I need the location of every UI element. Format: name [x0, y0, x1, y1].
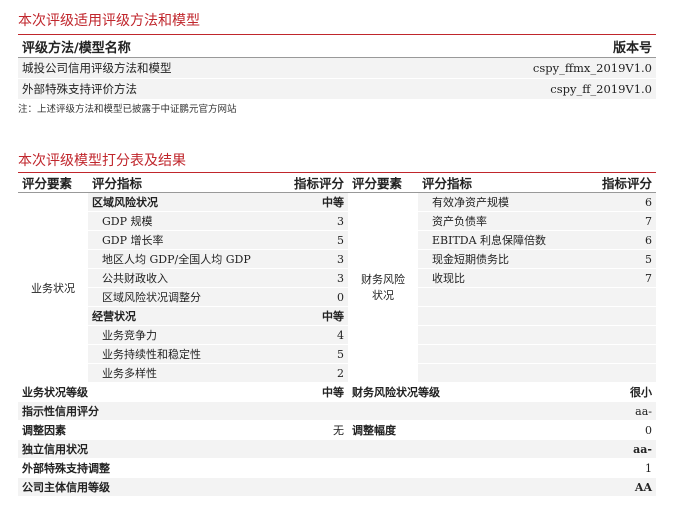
left-indicator: 业务竞争力: [88, 325, 278, 345]
right-score: 6: [578, 230, 656, 250]
method-version: cspy_ffmx_2019V1.0: [418, 57, 656, 79]
right-empty: [578, 287, 656, 307]
method-name: 城投公司信用评级方法和模型: [18, 57, 418, 79]
left-score: 3: [278, 249, 348, 269]
method-note: 注：上述评级方法和模型已披露于中证鹏元官方网站: [18, 104, 237, 115]
table-row: 地区人均 GDP/全国人均 GDP 3 现金短期债务比 5: [18, 249, 656, 269]
left-indicator: GDP 规模: [88, 211, 278, 231]
right-empty: [418, 306, 578, 326]
header-factor: 评分要素: [348, 173, 418, 193]
left-indicator: 业务多样性: [88, 363, 278, 383]
left-score: 中等: [278, 192, 348, 212]
right-score: 7: [578, 211, 656, 231]
right-group-text: 财务风险状况: [361, 272, 405, 302]
score-table: 评分要素 评分指标 指标评分 评分要素 评分指标 指标评分 业务状况 区域风险状…: [18, 173, 656, 497]
right-score: 6: [578, 192, 656, 212]
fin-level-value: 很小: [578, 382, 656, 402]
header-score: 指标评分: [278, 173, 348, 193]
biz-level-label: 业务状况等级: [18, 382, 278, 402]
header-version: 版本号: [418, 36, 656, 58]
left-indicator: 公共财政收入: [88, 268, 278, 288]
left-score: 中等: [278, 306, 348, 326]
summary-row: 外部特殊支持调整 1: [18, 458, 656, 478]
table-row: GDP 规模 3 资产负债率 7: [18, 211, 656, 231]
table-row: 城投公司信用评级方法和模型 cspy_ffmx_2019V1.0: [18, 57, 656, 79]
table-row: 业务竞争力 4: [18, 325, 656, 345]
summary-row: 指示性信用评分 aa-: [18, 401, 656, 421]
right-empty: [418, 325, 578, 345]
final-value: AA: [578, 477, 656, 497]
adjust-label: 调整因素: [18, 420, 278, 440]
right-score: 7: [578, 268, 656, 288]
left-score: 5: [278, 344, 348, 364]
indicative-value: aa-: [578, 401, 656, 421]
summary-row: 独立信用状况 aa-: [18, 439, 656, 459]
right-empty: [418, 363, 578, 383]
header-indicator: 评分指标: [88, 173, 278, 193]
fin-level-label: 财务风险状况等级: [348, 382, 578, 402]
table-row: 业务状况 区域风险状况 中等 财务风险状况 有效净资产规模 6: [18, 192, 656, 383]
right-group-label: 财务风险状况: [348, 192, 418, 383]
header-score: 指标评分: [578, 173, 656, 193]
left-indicator: 区域风险状况: [88, 192, 278, 212]
left-indicator: 区域风险状况调整分: [88, 287, 278, 307]
right-indicator: 收现比: [418, 268, 578, 288]
header-name: 评级方法/模型名称: [18, 36, 418, 58]
left-score: 5: [278, 230, 348, 250]
summary-row: 调整因素 无 调整幅度 0: [18, 420, 656, 440]
table-row: GDP 增长率 5 EBITDA 利息保障倍数 6: [18, 230, 656, 250]
table-row: 外部特殊支持评价方法 cspy_ff_2019V1.0: [18, 78, 656, 100]
section1-rule: [18, 34, 656, 35]
final-label: 公司主体信用等级: [18, 477, 578, 497]
score-table-header: 评分要素 评分指标 指标评分 评分要素 评分指标 指标评分: [18, 173, 656, 193]
right-indicator: EBITDA 利息保障倍数: [418, 230, 578, 250]
section2-title: 本次评级模型打分表及结果: [18, 153, 186, 169]
method-table-header: 评级方法/模型名称 版本号: [18, 36, 656, 58]
left-score: 3: [278, 268, 348, 288]
method-version: cspy_ff_2019V1.0: [418, 78, 656, 100]
right-empty: [418, 287, 578, 307]
left-indicator: 经营状况: [88, 306, 278, 326]
header-factor: 评分要素: [18, 173, 88, 193]
right-indicator: 资产负债率: [418, 211, 578, 231]
left-score: 0: [278, 287, 348, 307]
right-empty: [418, 344, 578, 364]
left-indicator: 业务持续性和稳定性: [88, 344, 278, 364]
left-indicator: 地区人均 GDP/全国人均 GDP: [88, 249, 278, 269]
method-table: 评级方法/模型名称 版本号 城投公司信用评级方法和模型 cspy_ffmx_20…: [18, 36, 656, 100]
summary-row: 公司主体信用等级 AA: [18, 477, 656, 497]
indicative-label: 指示性信用评分: [18, 401, 578, 421]
adjust-value: 无: [278, 420, 348, 440]
external-label: 外部特殊支持调整: [18, 458, 578, 478]
table-row: 区域风险状况调整分 0: [18, 287, 656, 307]
right-indicator: 有效净资产规模: [418, 192, 578, 212]
left-score: 4: [278, 325, 348, 345]
adjust-range-value: 0: [578, 420, 656, 440]
right-empty: [578, 306, 656, 326]
table-row: 业务多样性 2: [18, 363, 656, 383]
summary-row: 业务状况等级 中等 财务风险状况等级 很小: [18, 382, 656, 402]
standalone-value: aa-: [578, 439, 656, 459]
right-indicator: 现金短期债务比: [418, 249, 578, 269]
left-indicator: GDP 增长率: [88, 230, 278, 250]
external-value: 1: [578, 458, 656, 478]
section1-title: 本次评级适用评级方法和模型: [18, 13, 200, 29]
table-row: 公共财政收入 3 收现比 7: [18, 268, 656, 288]
table-row: 经营状况 中等: [18, 306, 656, 326]
left-group-label: 业务状况: [18, 192, 88, 383]
biz-level-value: 中等: [278, 382, 348, 402]
right-score: 5: [578, 249, 656, 269]
table-row: 业务持续性和稳定性 5: [18, 344, 656, 364]
right-empty: [578, 325, 656, 345]
right-empty: [578, 344, 656, 364]
header-indicator: 评分指标: [418, 173, 578, 193]
left-score: 2: [278, 363, 348, 383]
left-score: 3: [278, 211, 348, 231]
adjust-range-label: 调整幅度: [348, 420, 578, 440]
standalone-label: 独立信用状况: [18, 439, 578, 459]
method-name: 外部特殊支持评价方法: [18, 78, 418, 100]
right-empty: [578, 363, 656, 383]
